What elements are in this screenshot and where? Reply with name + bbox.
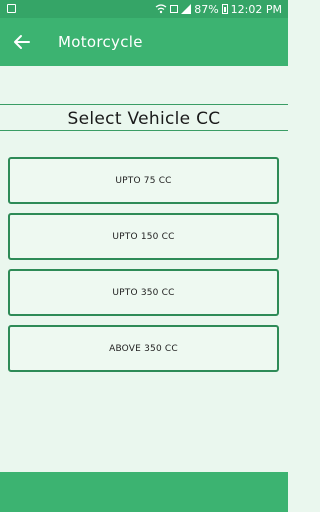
option-upto-75-cc[interactable]: UPTO 75 CC	[8, 157, 279, 204]
heading-text: Select Vehicle CC	[67, 109, 221, 129]
gallery-notification-icon	[7, 4, 16, 13]
signal-icon	[181, 4, 192, 14]
sim-icon	[170, 5, 179, 13]
option-label: UPTO 75 CC	[115, 175, 172, 186]
section-heading: Select Vehicle CC	[0, 104, 288, 131]
app-bar: Motorcycle	[0, 18, 288, 66]
page-title: Motorcycle	[58, 33, 143, 51]
wifi-icon	[155, 4, 167, 14]
status-icons: 87% 12:02 PM	[155, 2, 282, 16]
clock: 12:02 PM	[230, 2, 282, 16]
status-bar: 87% 12:02 PM	[0, 0, 288, 18]
bottom-bar	[0, 472, 288, 512]
option-upto-350-cc[interactable]: UPTO 350 CC	[8, 269, 279, 316]
battery-percent: 87%	[194, 2, 219, 16]
option-label: ABOVE 350 CC	[109, 343, 178, 354]
arrow-left-icon[interactable]	[8, 28, 36, 56]
option-label: UPTO 150 CC	[112, 231, 175, 242]
option-above-350-cc[interactable]: ABOVE 350 CC	[8, 325, 279, 372]
option-label: UPTO 350 CC	[112, 287, 175, 298]
battery-icon	[221, 4, 228, 14]
option-upto-150-cc[interactable]: UPTO 150 CC	[8, 213, 279, 260]
